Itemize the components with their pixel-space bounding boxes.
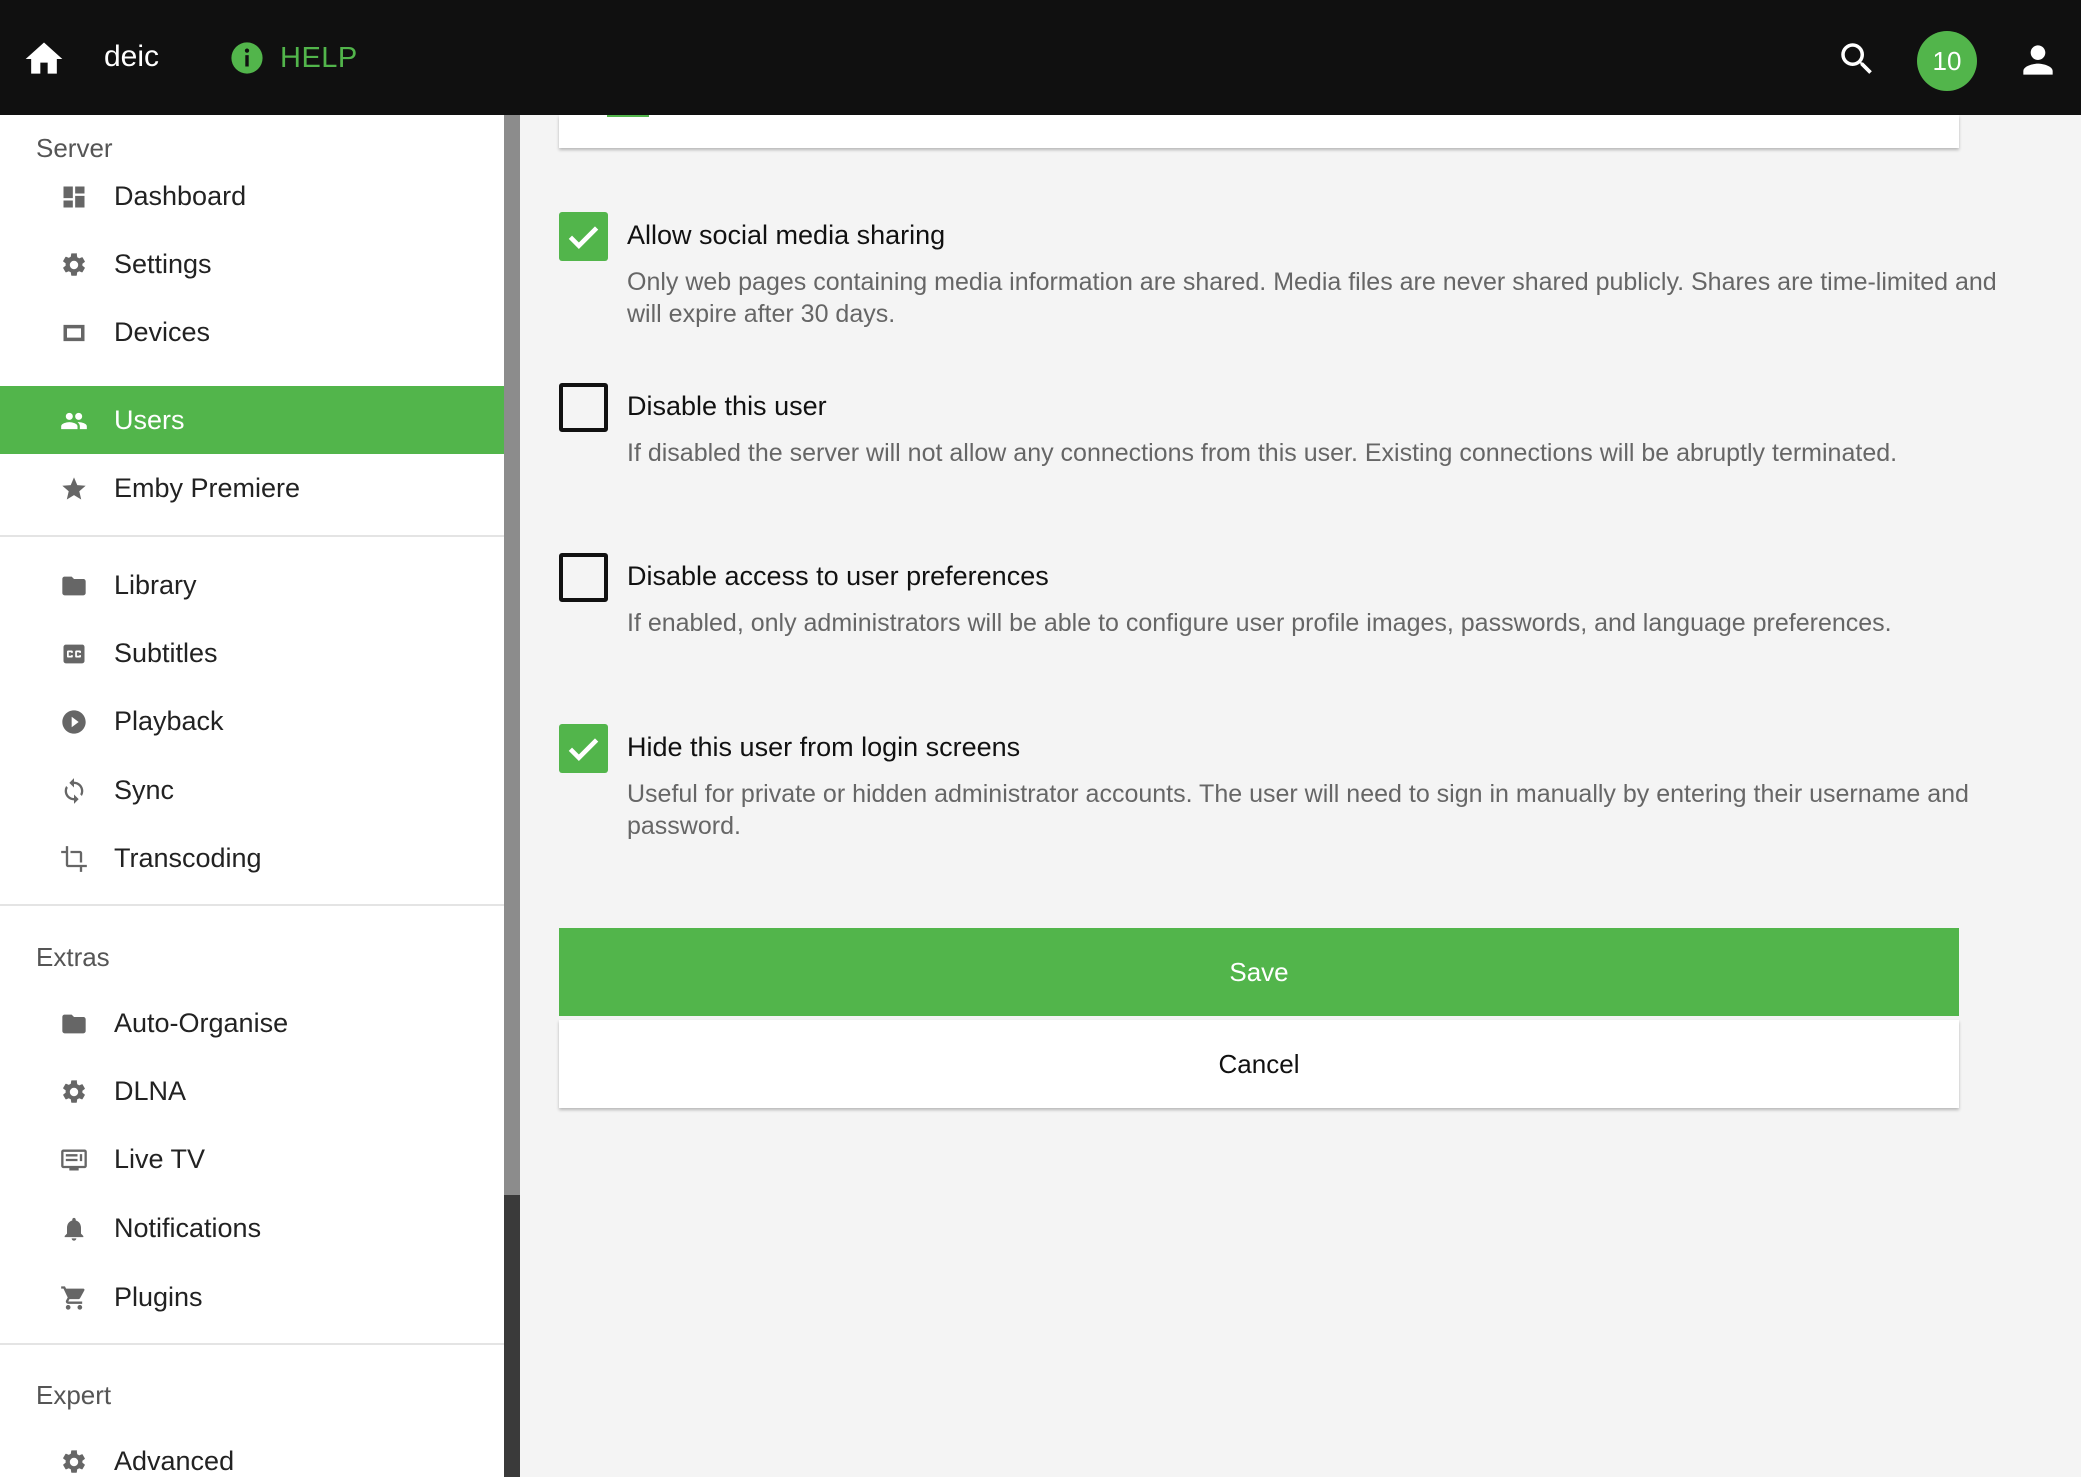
sidebar-item-label: DLNA <box>114 1075 187 1106</box>
account-icon[interactable] <box>2016 38 2060 82</box>
folder-icon <box>62 576 86 596</box>
option-description: If disabled the server will not allow an… <box>627 439 1898 467</box>
tv-icon <box>61 1149 87 1171</box>
cancel-button[interactable]: Cancel <box>559 1020 1959 1108</box>
gear-icon <box>63 1080 85 1103</box>
sidebar-item-label: Notifications <box>114 1212 262 1243</box>
option-label[interactable]: Disable access to user preferences <box>627 561 1049 592</box>
info-icon <box>231 42 263 74</box>
sidebar-item-emby-premiere[interactable]: Emby Premiere <box>0 454 504 522</box>
folder-icon <box>62 1014 86 1034</box>
sidebar-item-users[interactable]: Users <box>0 386 504 454</box>
top-app-bar: deic HELP 10 <box>0 0 2081 115</box>
gear-icon <box>63 253 85 276</box>
sidebar-item-label: Plugins <box>114 1281 203 1312</box>
option-label[interactable]: Hide this user from login screens <box>627 732 1020 763</box>
sidebar-divider <box>0 535 504 537</box>
section-title-expert: Expert <box>36 1380 112 1410</box>
section-title-extras: Extras <box>36 942 110 972</box>
gear-icon <box>63 1450 85 1473</box>
section-title-server: Server <box>36 133 113 163</box>
sidebar-item-label: Dashboard <box>114 180 247 211</box>
sidebar-item-dashboard[interactable]: Dashboard <box>0 162 504 230</box>
closed-caption-icon <box>63 644 85 664</box>
sidebar-item-devices[interactable]: Devices <box>0 298 504 366</box>
disable-user-checkbox[interactable] <box>559 383 608 432</box>
play-circle-icon <box>62 710 86 734</box>
sidebar-item-plugins[interactable]: Plugins <box>0 1263 504 1331</box>
server-name: deic <box>104 40 160 73</box>
sidebar-item-label: Settings <box>114 248 212 279</box>
notification-count-badge[interactable]: 10 <box>1917 31 1977 91</box>
sidebar-item-label: Devices <box>114 316 211 347</box>
option-label[interactable]: Disable this user <box>627 391 827 422</box>
disable-preferences-checkbox[interactable] <box>559 553 608 602</box>
sidebar-item-subtitles[interactable]: Subtitles <box>0 619 504 687</box>
sidebar-divider <box>0 1343 504 1345</box>
option-description: Useful for private or hidden administrat… <box>627 780 1969 840</box>
home-icon[interactable] <box>22 37 66 81</box>
sidebar-item-notifications[interactable]: Notifications <box>0 1194 504 1262</box>
sidebar-nav: Server Dashboard Settings Devices Users … <box>0 115 504 1477</box>
sidebar-item-label: Auto-Organise <box>114 1007 289 1038</box>
sidebar-item-dlna[interactable]: DLNA <box>0 1057 504 1125</box>
option-description: Only web pages containing media informat… <box>627 268 1997 328</box>
users-icon <box>61 412 87 430</box>
help-link[interactable]: HELP <box>230 38 358 78</box>
sidebar-item-label: Library <box>114 569 197 600</box>
bell-icon <box>64 1217 84 1241</box>
sidebar-item-label: Live TV <box>114 1143 206 1174</box>
sidebar-item-sync[interactable]: Sync <box>0 756 504 824</box>
option-label[interactable]: Allow social media sharing <box>627 220 945 251</box>
sidebar-item-label: Users <box>114 404 185 435</box>
sidebar-item-label: Emby Premiere <box>114 472 301 503</box>
preceding-card <box>559 115 1959 148</box>
help-label: HELP <box>280 41 358 74</box>
sidebar-item-auto-organise[interactable]: Auto-Organise <box>0 989 504 1057</box>
sidebar-item-settings[interactable]: Settings <box>0 230 504 298</box>
check-icon <box>568 738 599 762</box>
sidebar-item-playback[interactable]: Playback <box>0 687 504 755</box>
sidebar-item-label: Transcoding <box>114 842 262 873</box>
sidebar-item-live-tv[interactable]: Live TV <box>0 1125 504 1193</box>
check-icon <box>568 226 599 250</box>
sidebar-item-transcoding[interactable]: Transcoding <box>0 824 504 892</box>
dashboard-icon <box>63 186 85 208</box>
device-icon <box>63 324 85 342</box>
sidebar-item-library[interactable]: Library <box>0 551 504 619</box>
search-icon[interactable] <box>1836 38 1878 80</box>
card-accent <box>607 115 649 117</box>
save-button[interactable]: Save <box>559 928 1959 1016</box>
sidebar-item-label: Playback <box>114 705 224 736</box>
sidebar-divider <box>0 904 504 906</box>
cart-icon <box>61 1286 85 1310</box>
option-description: If enabled, only administrators will be … <box>627 609 1892 637</box>
hide-from-login-checkbox[interactable] <box>559 724 608 773</box>
crop-icon <box>61 846 87 872</box>
sync-icon <box>64 778 84 804</box>
main-content: Allow social media sharing Only web page… <box>520 115 2081 1477</box>
social-sharing-checkbox[interactable] <box>559 212 608 261</box>
sidebar-item-label: Sync <box>114 774 175 805</box>
sidebar-item-label: Subtitles <box>114 637 218 668</box>
sidebar-item-label: Advanced <box>114 1445 235 1476</box>
sidebar-item-advanced[interactable]: Advanced <box>0 1427 504 1477</box>
star-icon <box>62 477 86 500</box>
sidebar-scrollbar-thumb[interactable] <box>504 115 520 1195</box>
